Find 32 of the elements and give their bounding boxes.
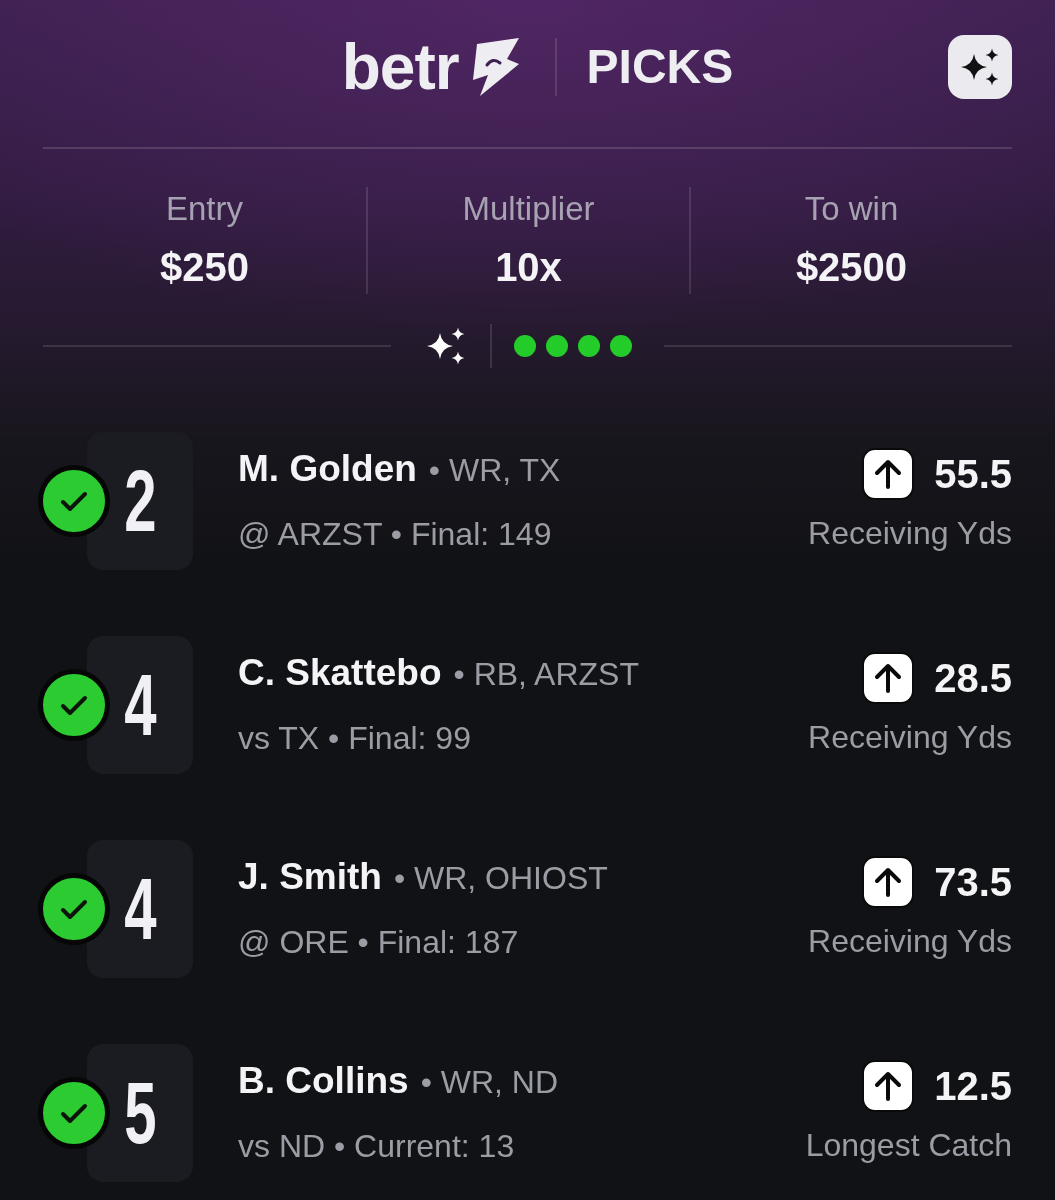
- player-position: • WR, OHIOST: [393, 858, 608, 898]
- game-status: @ ARZST • Final: 149: [238, 514, 552, 554]
- stat-value: $2500: [795, 245, 908, 289]
- stat-label: Entry: [166, 189, 243, 229]
- lightning-bolt-icon: [470, 37, 521, 97]
- game-status: vs TX • Final: 99: [238, 718, 471, 758]
- player-name: M. Golden: [238, 446, 417, 491]
- stat-line: 73.5: [934, 859, 1012, 904]
- stat-label: To win: [804, 189, 899, 229]
- stat-line: 12.5: [934, 1063, 1012, 1108]
- sparkles-icon: [427, 327, 465, 365]
- player-position: • WR, TX: [428, 450, 561, 490]
- stat-type: Receiving Yds: [808, 513, 1012, 553]
- stat-line: 55.5: [934, 451, 1012, 496]
- game-status: vs ND • Current: 13: [238, 1126, 515, 1166]
- stat-type: Receiving Yds: [808, 717, 1012, 757]
- game-status: @ ORE • Final: 187: [238, 922, 519, 962]
- stat-value: $250: [160, 245, 249, 289]
- player-name: B. Collins: [238, 1058, 409, 1103]
- stat-type: Receiving Yds: [808, 921, 1012, 961]
- sparkles-icon: [961, 48, 999, 86]
- logo-text: betr: [341, 35, 459, 99]
- stat-type: Longest Catch: [805, 1125, 1012, 1165]
- player-name: J. Smith: [238, 854, 382, 899]
- player-name: C. Skattebo: [238, 650, 442, 695]
- stat-line: 28.5: [934, 655, 1012, 700]
- sparkles-button[interactable]: [948, 35, 1012, 99]
- stat-label: Multiplier: [462, 189, 595, 229]
- player-position: • RB, ARZST: [453, 654, 639, 694]
- player-position: • WR, ND: [420, 1062, 559, 1102]
- page-title: PICKS: [586, 43, 734, 91]
- stat-value: 10x: [495, 245, 562, 289]
